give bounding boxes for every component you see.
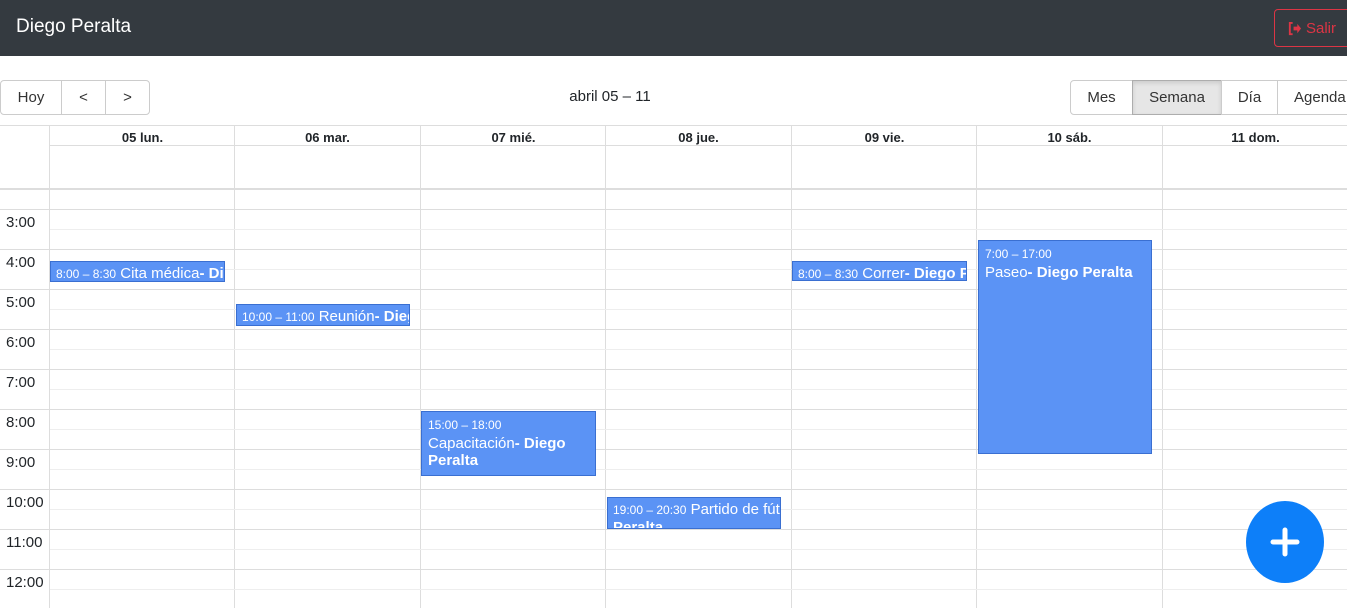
user-name: Diego Peralta	[16, 16, 132, 37]
add-event-button[interactable]	[1246, 501, 1324, 583]
plus-icon	[1270, 527, 1300, 557]
time-label: 12:00	[6, 574, 44, 591]
view-agenda-button[interactable]: Agenda	[1277, 80, 1347, 115]
day-header[interactable]: 08 jue.	[606, 130, 791, 145]
day-header[interactable]: 06 mar.	[235, 130, 420, 145]
date-range-label: abril 05 – 11	[569, 88, 651, 105]
event-separator: -	[904, 265, 914, 281]
view-week-button[interactable]: Semana	[1132, 80, 1222, 115]
grid-line	[50, 349, 1347, 350]
logout-button[interactable]: Salir	[1274, 9, 1347, 47]
top-navbar: Diego Peralta Salir	[0, 0, 1347, 56]
event-title: Cita médica	[120, 265, 200, 282]
event-time: 15:00 – 18:00	[428, 418, 502, 432]
event-reunion[interactable]: 10:00 – 11:00 Reunión- Diego Peralta	[236, 304, 410, 326]
event-user: Diego Peralta	[1036, 264, 1133, 281]
next-button[interactable]: >	[105, 80, 150, 115]
event-separator: -	[199, 265, 209, 282]
view-month-button[interactable]: Mes	[1070, 80, 1133, 115]
time-label: 9:00	[6, 454, 36, 471]
event-title: Paseo	[985, 264, 1028, 281]
time-label: 11:00	[6, 534, 43, 551]
grid-line	[791, 125, 792, 608]
grid-line	[0, 569, 1347, 570]
grid-line	[0, 529, 1347, 530]
event-user: Diego Peralta	[208, 265, 224, 282]
grid-line	[50, 145, 1347, 146]
event-time: 8:00 – 8:30	[798, 267, 859, 281]
event-time: 7:00 – 17:00	[985, 247, 1052, 261]
view-day-button[interactable]: Día	[1221, 80, 1278, 115]
day-header[interactable]: 10 sáb.	[977, 130, 1162, 145]
week-calendar: 05 lun. 06 mar. 07 mié. 08 jue. 09 vie. …	[0, 125, 1347, 608]
sign-out-icon	[1288, 21, 1302, 35]
time-label: 6:00	[6, 334, 36, 351]
day-header[interactable]: 09 vie.	[792, 130, 977, 145]
event-title: Correr	[862, 265, 905, 281]
grid-line	[0, 489, 1347, 490]
grid-line	[605, 125, 606, 608]
time-label: 8:00	[6, 414, 36, 431]
time-label: 7:00	[6, 374, 36, 391]
time-label: 10:00	[6, 494, 44, 511]
event-title: Reunión	[318, 308, 375, 325]
grid-line	[420, 125, 421, 608]
event-time: 8:00 – 8:30	[56, 267, 117, 281]
event-partido-futbol[interactable]: 19:00 – 20:30 Partido de fútbol- Diego P…	[607, 497, 781, 529]
event-time: 10:00 – 11:00	[242, 310, 315, 324]
grid-line	[1162, 125, 1163, 608]
time-label: 5:00	[6, 294, 36, 311]
event-cita-medica[interactable]: 8:00 – 8:30 Cita médica- Diego Peralta	[50, 261, 225, 282]
event-capacitacion[interactable]: 15:00 – 18:00 Capacitación- Diego Peralta	[421, 411, 596, 476]
view-switcher: Mes Semana Día Agenda	[1070, 80, 1347, 115]
event-user: Diego Peralta	[913, 265, 966, 281]
grid-line	[234, 125, 235, 608]
grid-line	[49, 125, 50, 608]
grid-line	[0, 209, 1347, 210]
day-header[interactable]: 05 lun.	[50, 130, 235, 145]
event-user: Diego Peralta	[383, 308, 409, 325]
day-header[interactable]: 07 mié.	[421, 130, 606, 145]
time-label: 4:00	[6, 254, 36, 271]
grid-line	[50, 389, 1347, 390]
event-title: Capacitación	[428, 435, 515, 452]
event-paseo[interactable]: 7:00 – 17:00 Paseo- Diego Peralta	[978, 240, 1152, 454]
grid-line	[50, 589, 1347, 590]
grid-line	[0, 188, 1347, 190]
grid-line	[50, 549, 1347, 550]
day-header[interactable]: 11 dom.	[1163, 130, 1347, 145]
prev-button[interactable]: <	[61, 80, 106, 115]
event-separator: -	[1027, 264, 1037, 281]
today-button[interactable]: Hoy	[0, 80, 62, 115]
grid-line	[0, 125, 1347, 126]
grid-line	[976, 125, 977, 608]
grid-line	[50, 229, 1347, 230]
event-correr[interactable]: 8:00 – 8:30 Correr- Diego Peralta	[792, 261, 967, 281]
grid-line	[50, 429, 1347, 430]
grid-line	[50, 469, 1347, 470]
event-title: Partido de fútbol	[690, 501, 780, 518]
event-separator: -	[514, 435, 524, 452]
logout-label: Salir	[1306, 19, 1337, 37]
navigation-buttons: Hoy < >	[0, 80, 150, 115]
time-label: 3:00	[6, 214, 36, 231]
event-separator: -	[374, 308, 384, 325]
grid-line	[50, 269, 1347, 270]
event-time: 19:00 – 20:30	[613, 503, 687, 517]
